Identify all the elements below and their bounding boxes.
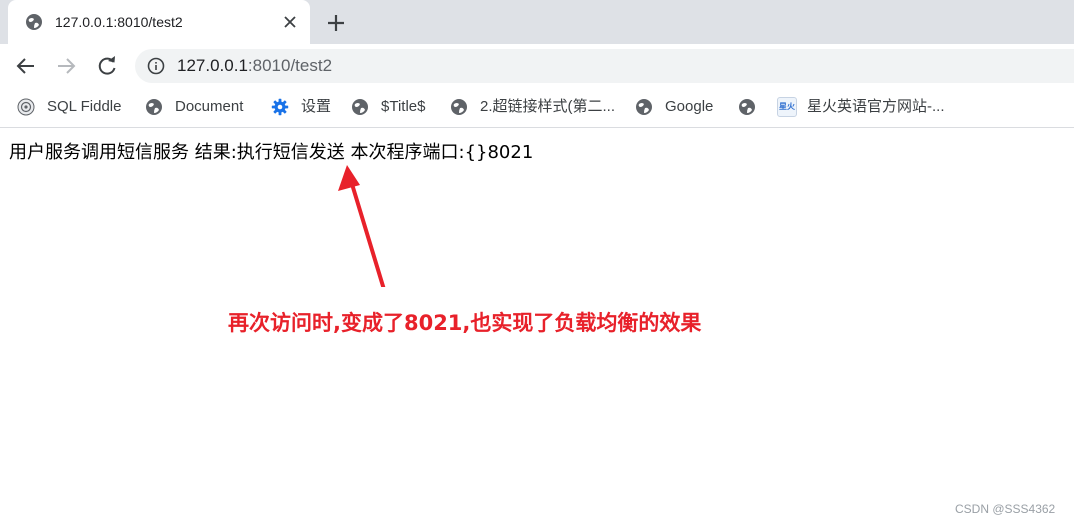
bookmark-settings[interactable]: 设置 — [271, 96, 337, 118]
browser-toolbar: 127.0.0.1:8010/test2 — [0, 44, 1074, 88]
watermark: CSDN @SSS4362 — [955, 502, 1056, 516]
globe-icon — [146, 99, 162, 115]
bookmarks-bar: SQL Fiddle Document 设置 $Title$ 2.超链接样式(第… — [0, 88, 1074, 128]
tab-active[interactable]: 127.0.0.1:8010/test2 — [8, 0, 310, 44]
url-host: 127.0.0.1 — [177, 56, 248, 75]
reload-icon[interactable] — [94, 53, 120, 79]
service-response-text: 用户服务调用短信服务 结果:执行短信发送 本次程序端口:{}8021 — [9, 142, 534, 163]
bookmark-sql-fiddle[interactable]: SQL Fiddle — [17, 96, 132, 118]
forward-arrow-icon[interactable] — [53, 53, 79, 79]
info-icon[interactable] — [147, 57, 165, 75]
bookmark-document[interactable]: Document — [145, 96, 255, 118]
annotation-arrow-icon — [338, 165, 386, 287]
tab-title: 127.0.0.1:8010/test2 — [55, 14, 183, 30]
tab-strip: 127.0.0.1:8010/test2 — [0, 0, 1074, 44]
url-path: :8010/test2 — [247, 56, 333, 75]
globe-icon — [352, 99, 368, 115]
sql-fiddle-icon — [17, 98, 35, 116]
gear-icon — [271, 98, 289, 116]
globe-icon — [739, 99, 755, 115]
globe-icon — [636, 99, 652, 115]
bookmark-label: SQL Fiddle — [47, 98, 122, 115]
bookmark-title[interactable]: $Title$ — [351, 96, 436, 118]
bookmark-xinghuo-english[interactable]: 星火 星火英语官方网站-... — [777, 96, 952, 118]
bookmark-label: 设置 — [301, 98, 332, 115]
close-icon[interactable] — [280, 12, 300, 32]
bookmark-google[interactable]: Google — [635, 96, 720, 118]
bookmark-label: 星火英语官方网站-... — [807, 98, 945, 115]
bookmark-untitled[interactable] — [738, 96, 760, 118]
bookmark-label: $Title$ — [381, 98, 426, 115]
annotation-text: 再次访问时,变成了8021,也实现了负载均衡的效果 — [228, 311, 702, 335]
page-content: 用户服务调用短信服务 结果:执行短信发送 本次程序端口:{}8021 再次访问时… — [0, 129, 1074, 525]
bookmark-hyperlink-style[interactable]: 2.超链接样式(第二... — [450, 96, 620, 118]
new-tab-icon[interactable] — [324, 11, 348, 35]
xinghuo-icon: 星火 — [777, 97, 797, 117]
bookmark-label: Document — [175, 98, 244, 115]
back-arrow-icon[interactable] — [13, 53, 39, 79]
address-bar[interactable]: 127.0.0.1:8010/test2 — [135, 49, 1074, 83]
bookmark-label: Google — [665, 98, 714, 115]
globe-icon — [26, 14, 42, 30]
bookmark-label: 2.超链接样式(第二... — [480, 98, 616, 115]
url-text: 127.0.0.1:8010/test2 — [177, 57, 332, 75]
globe-icon — [451, 99, 467, 115]
